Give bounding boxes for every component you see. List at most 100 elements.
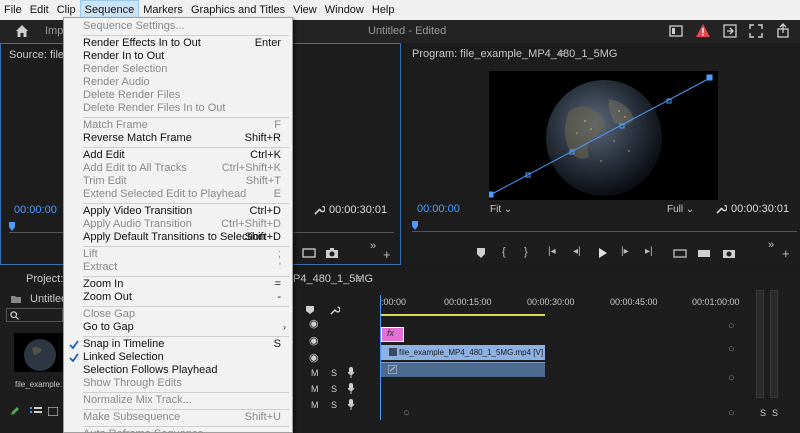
- eye-icon[interactable]: ◉: [309, 351, 319, 364]
- program-add-icon[interactable]: +: [782, 246, 790, 261]
- menu-item-apply-default-transitions-to-selection[interactable]: Apply Default Transitions to Selection Sh…: [64, 231, 292, 244]
- menu-item-reverse-match-frame[interactable]: Reverse Match Frame Shift+R: [64, 132, 292, 145]
- project-search[interactable]: [6, 308, 63, 322]
- menu-file[interactable]: File: [0, 0, 26, 20]
- clip-fx-icon: [389, 348, 397, 356]
- menu-separator: [83, 392, 289, 393]
- resolution-dropdown[interactable]: Full ⌄: [667, 204, 694, 215]
- warning-icon[interactable]: [695, 23, 711, 39]
- menu-view[interactable]: View: [289, 0, 321, 20]
- solo-button[interactable]: S: [331, 400, 337, 410]
- track-scroll-knob[interactable]: ○: [728, 372, 735, 384]
- source-add-icon[interactable]: +: [383, 247, 391, 262]
- audio-clip[interactable]: [381, 362, 545, 377]
- menu-item-render-effects-in-to-out[interactable]: Render Effects In to Out Enter: [64, 37, 292, 50]
- quick-export-icon[interactable]: [722, 23, 738, 39]
- track-scroll-knob[interactable]: ○: [728, 320, 735, 332]
- search-icon: [10, 311, 19, 320]
- mark-in-icon[interactable]: {: [502, 246, 506, 258]
- program-playhead-icon[interactable]: [410, 221, 420, 231]
- menu-edit[interactable]: Edit: [26, 0, 53, 20]
- step-back-icon[interactable]: ◂|: [573, 246, 581, 257]
- play-icon[interactable]: [598, 247, 608, 259]
- workspaces-icon[interactable]: [668, 23, 684, 39]
- track-scroll-knob[interactable]: ○: [728, 407, 735, 419]
- menu-item-label: Delete Render Files: [83, 89, 181, 101]
- go-to-out-icon[interactable]: ▸|: [645, 246, 653, 257]
- menu-item-snap-in-timeline[interactable]: Snap in Timeline S: [64, 338, 292, 351]
- share-icon[interactable]: [775, 23, 791, 39]
- program-wrench-icon[interactable]: [715, 203, 727, 215]
- checkmark-icon: [69, 353, 79, 363]
- mic-icon[interactable]: [347, 399, 355, 410]
- add-marker-icon[interactable]: [476, 247, 486, 259]
- timeline-menu-icon[interactable]: ≡: [355, 273, 361, 285]
- timeline-wrench-icon[interactable]: [329, 305, 340, 316]
- go-to-in-icon[interactable]: |◂: [548, 246, 556, 257]
- menu-item-render-in-to-out[interactable]: Render In to Out: [64, 50, 292, 63]
- clip-thumbnail[interactable]: [14, 333, 63, 372]
- source-playhead-icon[interactable]: [7, 222, 17, 232]
- menu-item-shortcut: =: [274, 278, 281, 290]
- source-more-icon[interactable]: »: [370, 240, 376, 252]
- folder-icon: [11, 296, 21, 303]
- program-video-frame[interactable]: [489, 71, 718, 200]
- program-menu-icon[interactable]: ≡: [558, 48, 564, 60]
- extract-icon[interactable]: [697, 247, 711, 259]
- menu-item-apply-video-transition[interactable]: Apply Video Transition Ctrl+D: [64, 205, 292, 218]
- sequence-menu: Sequence Settings... Render Effects In to…: [63, 17, 293, 433]
- fx-clip[interactable]: fx: [381, 327, 404, 342]
- fullscreen-icon[interactable]: [748, 23, 764, 39]
- step-forward-icon[interactable]: |▸: [621, 246, 629, 257]
- menu-item-make-subsequence: Make Subsequence Shift+U: [64, 411, 292, 424]
- mute-button[interactable]: M: [311, 400, 319, 410]
- program-ruler[interactable]: [412, 231, 797, 232]
- menu-item-label: Make Subsequence: [83, 411, 181, 423]
- menu-item-linked-selection[interactable]: Linked Selection: [64, 351, 292, 364]
- menu-item-label: Render In to Out: [83, 50, 165, 62]
- fit-label: Fit: [490, 204, 502, 215]
- snap-icon[interactable]: [305, 305, 315, 315]
- mic-icon[interactable]: [347, 383, 355, 394]
- menu-item-zoom-out[interactable]: Zoom Out -: [64, 291, 292, 304]
- icon-view-icon[interactable]: [48, 407, 58, 416]
- menu-item-add-edit[interactable]: Add Edit Ctrl+K: [64, 149, 292, 162]
- menu-item-selection-follows-playhead[interactable]: Selection Follows Playhead: [64, 364, 292, 377]
- solo-button[interactable]: S: [331, 384, 337, 394]
- wrench-icon[interactable]: [313, 204, 325, 216]
- meter-solo-right[interactable]: S: [772, 408, 778, 418]
- source-timecode[interactable]: 00:00:00: [14, 204, 57, 216]
- menu-item-zoom-in[interactable]: Zoom In =: [64, 278, 292, 291]
- mute-button[interactable]: M: [311, 384, 319, 394]
- overwrite-icon[interactable]: [302, 247, 316, 259]
- lift-icon[interactable]: [673, 247, 687, 259]
- video-clip[interactable]: file_example_MP4_480_1_5MG.mp4 [V]: [381, 345, 545, 360]
- fit-dropdown[interactable]: Fit ⌄: [490, 204, 512, 215]
- menu-item-label: Apply Video Transition: [83, 205, 193, 217]
- timeline-zoom-knob[interactable]: ○: [403, 407, 410, 419]
- menu-item-delete-render-files-in-to-out: Delete Render Files In to Out: [64, 102, 292, 115]
- eye-icon[interactable]: ◉: [309, 317, 319, 330]
- home-icon[interactable]: [14, 23, 30, 39]
- meter-solo-left[interactable]: S: [760, 408, 766, 418]
- track-scroll-knob[interactable]: ○: [728, 343, 735, 355]
- solo-button[interactable]: S: [331, 368, 337, 378]
- menu-window[interactable]: Window: [321, 0, 368, 20]
- mark-out-icon[interactable]: }: [524, 246, 528, 258]
- program-title[interactable]: Program: file_example_MP4_480_1_5MG: [412, 48, 617, 60]
- pencil-icon[interactable]: [10, 406, 20, 416]
- menu-item-go-to-gap[interactable]: Go to Gap ›: [64, 321, 292, 334]
- export-frame-icon[interactable]: [722, 247, 736, 259]
- eye-icon[interactable]: ◉: [309, 334, 319, 347]
- menu-item-label: Reverse Match Frame: [83, 132, 192, 144]
- mic-icon[interactable]: [347, 367, 355, 378]
- menu-help[interactable]: Help: [368, 0, 399, 20]
- program-more-icon[interactable]: »: [768, 239, 774, 251]
- import-tab[interactable]: Imp: [45, 25, 63, 37]
- list-view-icon[interactable]: [30, 407, 42, 416]
- camera-icon[interactable]: [325, 247, 339, 259]
- program-timecode[interactable]: 00:00:00: [417, 203, 460, 215]
- thumbnail-earth-image: [24, 339, 56, 371]
- mute-button[interactable]: M: [311, 368, 319, 378]
- work-area-bar[interactable]: [380, 314, 545, 316]
